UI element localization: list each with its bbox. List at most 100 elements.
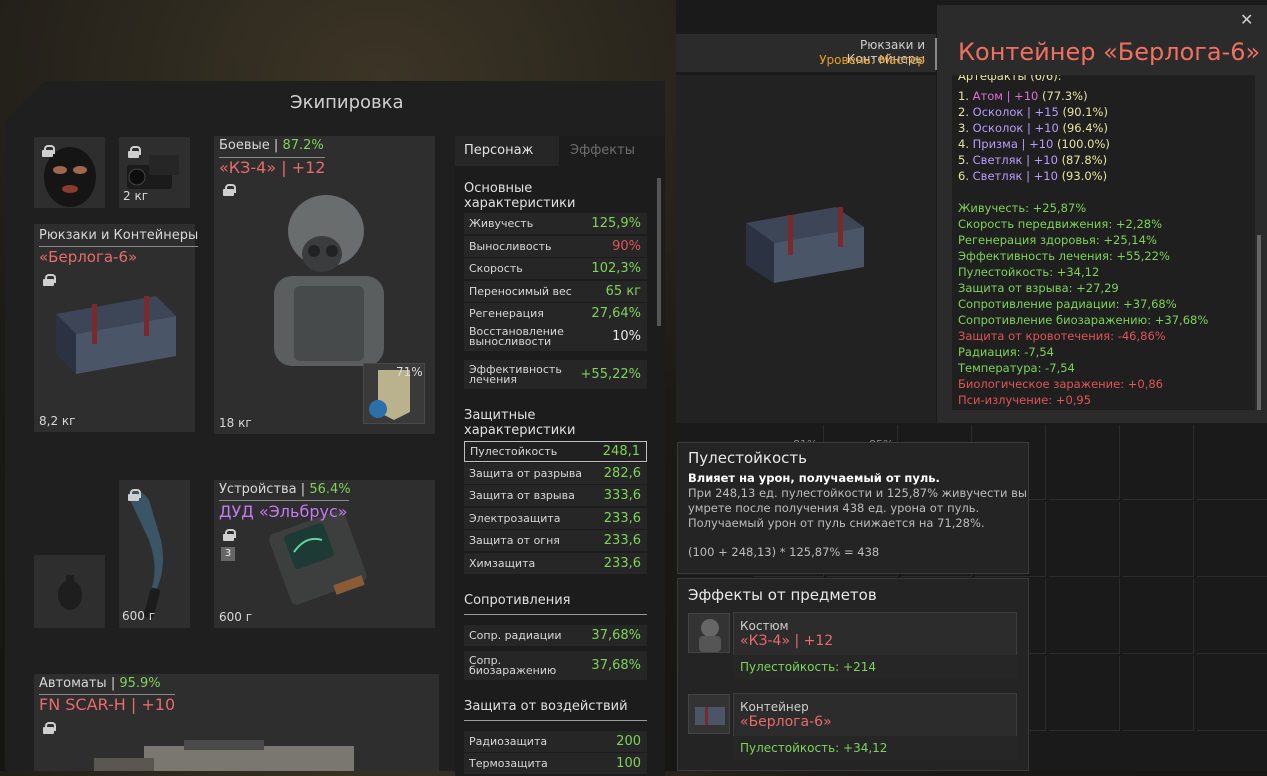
stat-row[interactable]: Восстановление выносливости 10% <box>464 322 647 351</box>
stat-label: Пулестойкость <box>470 444 558 458</box>
equipment-title: Экипировка <box>290 92 404 113</box>
inventory-cell[interactable] <box>1049 656 1120 731</box>
inventory-cell[interactable] <box>1123 579 1194 654</box>
stat-row[interactable]: Пулестойкость 248,1 <box>464 441 647 462</box>
inventory-cell[interactable] <box>1197 425 1267 500</box>
stat-row[interactable]: Сопр. биозаражению 37,68% <box>464 651 647 680</box>
inventory-cell[interactable] <box>1197 579 1267 654</box>
stat-value: 37,68% <box>591 627 641 643</box>
artifact-entry[interactable]: 2. Осколок | +15 (90.1%) <box>958 105 1108 119</box>
artifact-entry[interactable]: 4. Призма | +10 (100.0%) <box>958 137 1110 151</box>
effect-line: Сопротивление биозаражению: +37,68% <box>958 313 1209 327</box>
info-subtitle: Влияет на урон, получаемый от пуль. <box>688 471 940 485</box>
melee-slot[interactable]: 600 г <box>119 480 190 628</box>
artifact-percent: (87.8%) <box>1061 153 1108 167</box>
device-slot[interactable]: 2 кг <box>119 137 190 208</box>
detector-name: ДУД «Эльбрус» <box>219 502 348 521</box>
armor-category: Боевые | 87.2% <box>219 138 324 153</box>
stat-row[interactable]: Эффективность лечения +55,22% <box>464 360 647 389</box>
lock-icon <box>128 146 141 158</box>
tab-effects[interactable]: Эффекты <box>559 136 665 166</box>
backpack-category: Рюкзаки и Контейнеры <box>39 228 199 247</box>
stat-row[interactable]: Скорость 102,3% <box>464 258 647 279</box>
stat-label: Эффективность лечения <box>469 362 562 386</box>
effect-line: Сопротивление радиации: +37,68% <box>958 297 1177 311</box>
effect-line: Пси-излучение: +0,95 <box>958 393 1092 407</box>
artifact-name: Светляк <box>972 153 1023 167</box>
item-type: Контейнер <box>740 700 809 714</box>
armor-name: «КЗ-4» | +12 <box>219 158 326 177</box>
stat-row[interactable]: Живучесть 125,9% <box>464 213 647 234</box>
stat-label: Защита от разрыва <box>469 466 583 480</box>
tab-character[interactable]: Персонаж <box>455 136 559 166</box>
stat-label: Регенерация <box>469 306 544 320</box>
close-icon[interactable]: ✕ <box>1240 12 1254 28</box>
inventory-cell[interactable] <box>1049 579 1120 654</box>
stat-value: +55,22% <box>580 366 641 382</box>
stat-row[interactable]: Регенерация 27,64% <box>464 303 647 324</box>
stats-scrollbar[interactable] <box>657 178 661 326</box>
stat-row[interactable]: Защита от взрыва 333,6 <box>464 485 647 506</box>
mask-slot[interactable] <box>34 137 105 208</box>
stat-row[interactable]: Радиозащита 200 <box>464 731 647 752</box>
info-formula: (100 + 248,13) * 125,87% = 438 <box>688 545 880 559</box>
lock-icon <box>223 184 236 196</box>
stat-label: Термозащита <box>469 756 548 770</box>
stat-label: Сопр. биозаражению <box>469 653 557 677</box>
artifact-entry[interactable]: 1. Атом | +10 (77.3%) <box>958 89 1088 103</box>
artifact-entry[interactable]: 5. Светляк | +10 (87.8%) <box>958 153 1107 167</box>
stat-row[interactable]: Переносимый вес 65 кг <box>464 281 647 302</box>
armor-plate-slot[interactable]: 71% <box>363 363 425 424</box>
suit-thumbnail <box>688 613 730 653</box>
stat-row[interactable]: Защита от разрыва 282,6 <box>464 463 647 484</box>
section-protective-stats: Защитные характеристики <box>464 408 647 445</box>
effect-line: Регенерация здоровья: +25,14% <box>958 233 1157 247</box>
grenade-slot[interactable] <box>34 555 105 628</box>
detector-category: Устройства | 56.4% <box>219 482 351 497</box>
stat-value: 282,6 <box>603 465 641 481</box>
tab-character-label: Персонаж <box>464 143 534 158</box>
detector-percent: 56.4% <box>309 482 351 497</box>
artifact-percent: (93.0%) <box>1061 169 1108 183</box>
artifact-level: | +10 <box>1002 89 1043 103</box>
device-weight: 2 кг <box>123 189 149 203</box>
artifact-name: Осколок <box>972 105 1024 119</box>
artifact-number: 2. <box>958 105 969 119</box>
stat-value: 37,68% <box>591 657 641 673</box>
inventory-cell[interactable] <box>1123 502 1194 577</box>
item-effects-title: Эффекты от предметов <box>688 586 877 604</box>
lock-icon <box>223 529 236 541</box>
inventory-cell[interactable] <box>1123 425 1194 500</box>
effect-line: Эффективность лечения: +55,22% <box>958 249 1170 263</box>
artifact-name: Осколок <box>972 121 1024 135</box>
stat-row[interactable]: Электрозащита 233,6 <box>464 508 647 529</box>
artifact-entry[interactable]: 3. Осколок | +10 (96.4%) <box>958 121 1108 135</box>
tooltip-title: Контейнер «Берлога-6» <box>958 38 1261 66</box>
effect-line: Живучесть: +25,87% <box>958 201 1087 215</box>
artifact-level: | +10 <box>1023 121 1063 135</box>
stat-row[interactable]: Защита от огня 233,6 <box>464 530 647 551</box>
rifle-name: FN SCAR-H | +10 <box>39 695 176 714</box>
tab-effects-label: Эффекты <box>570 143 635 158</box>
stat-row[interactable]: Выносливость 90% <box>464 236 647 257</box>
artifact-name: Атом <box>972 89 1003 103</box>
artifact-percent: (77.3%) <box>1042 89 1088 103</box>
artifact-entry[interactable]: 6. Светляк | +10 (93.0%) <box>958 169 1107 183</box>
stat-row[interactable]: Сопр. радиации 37,68% <box>464 625 647 646</box>
stat-row[interactable]: Химзащита 233,6 <box>464 553 647 574</box>
stat-value: 65 кг <box>605 283 641 299</box>
inventory-cell[interactable] <box>1049 425 1120 500</box>
info-line: Получаемый урон от пуль снижается на 71,… <box>688 516 985 530</box>
stat-value: 333,6 <box>603 487 641 503</box>
artifact-name: Призма <box>972 137 1018 151</box>
container-thumbnail-image <box>695 707 725 725</box>
artifact-level: | +10 <box>1022 153 1062 167</box>
inventory-cell[interactable] <box>1123 656 1194 731</box>
inventory-cell[interactable] <box>1197 502 1267 577</box>
inventory-cell[interactable] <box>1049 502 1120 577</box>
inventory-cell[interactable] <box>1197 656 1267 731</box>
tooltip-scrollbar[interactable] <box>1257 235 1261 410</box>
artifact-percent: (96.4%) <box>1062 121 1108 135</box>
rifle-percent: 95.9% <box>119 676 161 691</box>
lock-icon <box>42 145 55 157</box>
